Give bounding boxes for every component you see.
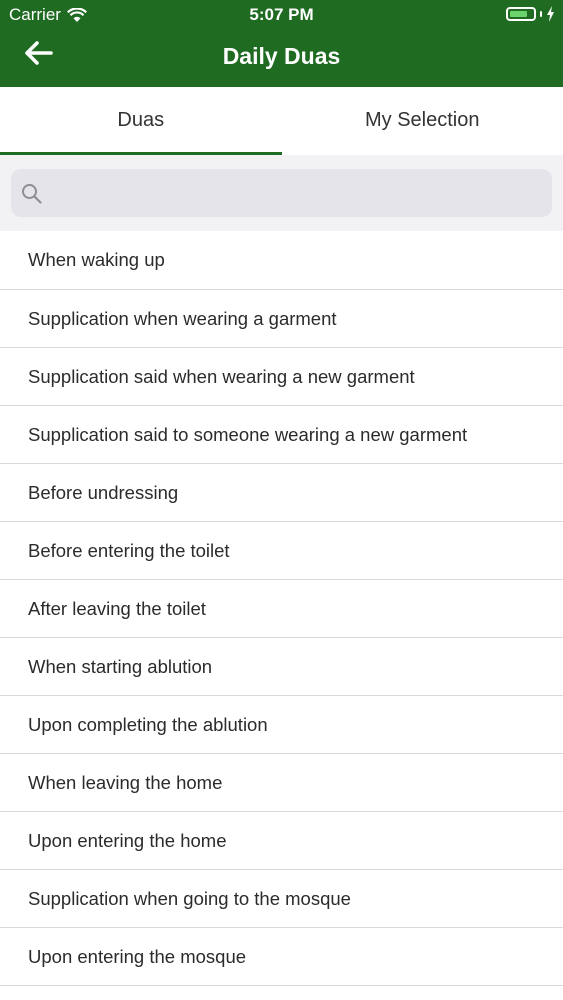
list-item[interactable]: Supplication said to someone wearing a n…: [0, 406, 563, 464]
navigation-bar: Daily Duas: [0, 30, 563, 87]
list-item[interactable]: When waking up: [0, 231, 563, 290]
list-item[interactable]: Upon entering the home: [0, 812, 563, 870]
clock: 5:07 PM: [249, 5, 314, 24]
battery-icon: [506, 7, 536, 21]
status-bar: Carrier 5:07 PM: [0, 0, 563, 30]
list-item[interactable]: Supplication said when wearing a new gar…: [0, 348, 563, 406]
tab-my-selection[interactable]: My Selection: [282, 87, 563, 155]
list-item[interactable]: Supplication when wearing a garment: [0, 290, 563, 348]
battery-level-fill: [510, 11, 527, 17]
tab-bar: Duas My Selection: [0, 87, 563, 155]
search-area: [0, 155, 563, 231]
page-title: Daily Duas: [222, 43, 341, 69]
list-item[interactable]: Before entering the toilet: [0, 522, 563, 580]
search-icon: [22, 184, 42, 204]
battery-indicator: [506, 6, 555, 22]
search-input[interactable]: [53, 169, 547, 219]
tab-duas[interactable]: Duas: [0, 87, 282, 155]
list-item[interactable]: After leaving the toilet: [0, 580, 563, 638]
list-item[interactable]: When starting ablution: [0, 638, 563, 696]
list-item[interactable]: When leaving the home: [0, 754, 563, 812]
search-bar[interactable]: [11, 169, 552, 219]
list-item[interactable]: Upon completing the ablution: [0, 696, 563, 754]
dua-list: When waking up Supplication when wearing …: [0, 231, 563, 986]
list-item[interactable]: Upon entering the mosque: [0, 928, 563, 986]
app-header: Carrier 5:07 PM Daily Duas: [0, 0, 563, 87]
charging-bolt-icon: [547, 6, 554, 22]
list-item[interactable]: Before undressing: [0, 464, 563, 522]
list-item[interactable]: Supplication when going to the mosque: [0, 870, 563, 928]
